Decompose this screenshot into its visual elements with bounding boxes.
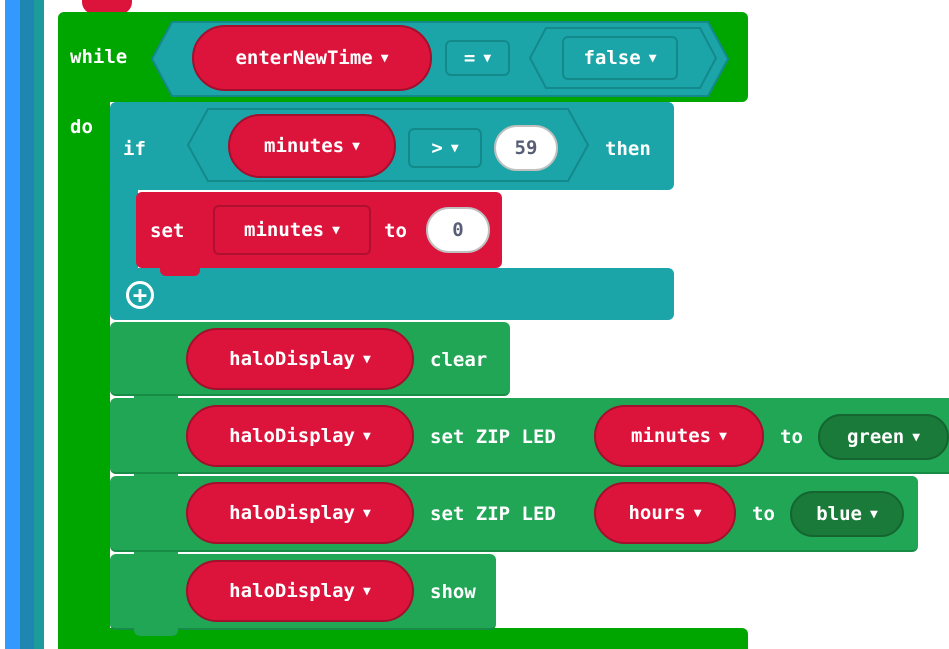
- left-edge-blue: [5, 0, 20, 649]
- blue-color-label: blue: [816, 502, 862, 525]
- equals-operator-dropdown[interactable]: = ▼: [445, 40, 510, 76]
- caret-down-icon: ▼: [363, 351, 371, 367]
- halo-display-variable-2[interactable]: haloDisplay ▼: [186, 405, 414, 467]
- while-loop-body-rail: [58, 95, 110, 649]
- caret-down-icon: ▼: [719, 428, 727, 444]
- blue-color-dropdown[interactable]: blue ▼: [790, 491, 904, 537]
- caret-down-icon: ▼: [363, 583, 371, 599]
- set-to-label: to: [384, 220, 407, 242]
- halo-display-label-3: haloDisplay: [229, 501, 355, 524]
- number-input-0-value: 0: [452, 218, 464, 241]
- halo-display-variable-3[interactable]: haloDisplay ▼: [186, 482, 414, 544]
- halo-display-label-2: haloDisplay: [229, 424, 355, 447]
- green-color-label: green: [846, 425, 905, 448]
- set-zip-led-label-1: set ZIP LED: [430, 426, 556, 448]
- minutes-led-variable-label: minutes: [631, 424, 712, 447]
- caret-down-icon: ▼: [912, 429, 921, 445]
- false-value-label: false: [583, 46, 641, 69]
- enter-new-time-variable[interactable]: enterNewTime ▼: [192, 25, 432, 91]
- set-keyword: set: [150, 220, 185, 242]
- minutes-variable[interactable]: minutes ▼: [228, 114, 396, 178]
- caret-down-icon: ▼: [363, 505, 371, 521]
- halo-display-variable-4[interactable]: haloDisplay ▼: [186, 560, 414, 622]
- halo-display-label-4: haloDisplay: [229, 579, 355, 602]
- halo-display-variable-1[interactable]: haloDisplay ▼: [186, 328, 414, 390]
- caret-down-icon: ▼: [450, 140, 459, 156]
- hours-led-variable-label: hours: [628, 501, 686, 524]
- to-label-2: to: [752, 503, 775, 525]
- set-variable-dropdown[interactable]: minutes ▼: [213, 205, 371, 255]
- greater-than-operator-dropdown[interactable]: > ▼: [408, 128, 482, 168]
- while-keyword: while: [70, 46, 128, 68]
- greater-than-operator-label: >: [431, 136, 443, 159]
- set-block-notch: [160, 268, 200, 276]
- caret-down-icon: ▼: [483, 50, 492, 66]
- hours-led-variable[interactable]: hours ▼: [594, 482, 736, 544]
- caret-down-icon: ▼: [648, 50, 657, 66]
- number-input-0[interactable]: 0: [426, 207, 490, 253]
- show-action-label: show: [430, 581, 476, 603]
- minutes-led-variable[interactable]: minutes ▼: [594, 405, 764, 467]
- caret-down-icon: ▼: [363, 428, 371, 444]
- caret-down-icon: ▼: [869, 506, 878, 522]
- do-keyword: do: [70, 116, 93, 138]
- if-block-rail: [110, 185, 138, 275]
- plus-circle-icon[interactable]: +: [126, 281, 154, 309]
- if-keyword: if: [123, 138, 146, 160]
- caret-down-icon: ▼: [380, 50, 389, 66]
- to-label-1: to: [780, 426, 803, 448]
- caret-down-icon: ▼: [352, 138, 360, 154]
- set-variable-name: minutes: [244, 218, 325, 241]
- false-value-dropdown[interactable]: false ▼: [562, 36, 678, 80]
- clear-action-label: clear: [430, 349, 488, 371]
- halo-display-label-1: haloDisplay: [229, 347, 355, 370]
- number-input-59-value: 59: [514, 136, 538, 159]
- set-zip-led-label-2: set ZIP LED: [430, 503, 556, 525]
- minutes-variable-label: minutes: [264, 134, 345, 157]
- left-edge-teal: [20, 0, 34, 649]
- caret-down-icon: ▼: [693, 505, 702, 521]
- statement-show-notch: [134, 628, 178, 636]
- number-input-59[interactable]: 59: [494, 125, 558, 171]
- caret-down-icon: ▼: [332, 222, 340, 238]
- enter-new-time-label: enterNewTime: [235, 46, 373, 69]
- equals-operator-label: =: [463, 46, 476, 69]
- then-keyword: then: [605, 138, 651, 160]
- green-color-dropdown[interactable]: green ▼: [818, 414, 949, 460]
- left-edge-stripe: [34, 0, 44, 649]
